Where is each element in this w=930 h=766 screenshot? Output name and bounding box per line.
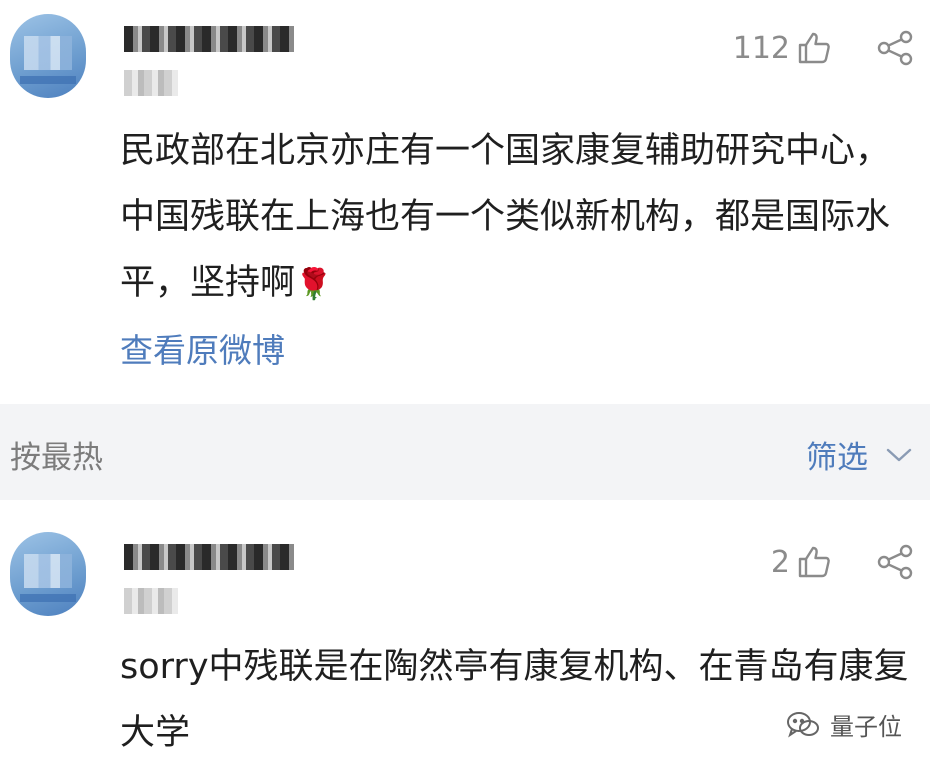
view-original-link[interactable]: 查看原微博	[120, 324, 285, 372]
comment-text-body: 民政部在北京亦庄有一个国家康复辅助研究中心，中国残联在上海也有一个类似新机构，都…	[120, 131, 891, 303]
avatar-decoration	[20, 594, 76, 602]
thumbs-up-icon[interactable]	[796, 30, 832, 66]
like-count: 112	[732, 30, 790, 66]
avatar-image-blurred	[24, 554, 72, 588]
share-icon[interactable]	[876, 544, 914, 580]
like-count: 2	[770, 544, 790, 580]
filter-button[interactable]: 筛选	[806, 432, 914, 477]
wechat-icon	[786, 711, 820, 739]
comment-meta-blurred	[124, 588, 178, 614]
chevron-down-icon	[884, 445, 914, 465]
avatar-image-blurred	[24, 36, 72, 70]
watermark: 量子位	[786, 707, 902, 742]
avatar-decoration	[20, 76, 76, 84]
avatar[interactable]	[10, 532, 86, 616]
username-blurred[interactable]	[124, 544, 294, 570]
comment-text: 民政部在北京亦庄有一个国家康复辅助研究中心，中国残联在上海也有一个类似新机构，都…	[120, 118, 916, 318]
comment-actions: 112	[733, 30, 914, 66]
username-blurred[interactable]	[124, 26, 294, 52]
comment-text: sorry中残联是在陶然亭有康复机构、在青岛有康复大学	[120, 634, 916, 766]
watermark-label: 量子位	[830, 713, 902, 741]
comment-meta-blurred	[124, 70, 178, 96]
avatar[interactable]	[10, 14, 86, 98]
comment-card: 112 民政部在北京亦庄有一个国家康复辅助研究中心，中国残联在上海也有一个类似新…	[0, 0, 930, 404]
share-icon[interactable]	[876, 30, 914, 66]
filter-label: 筛选	[806, 440, 868, 476]
sort-by-hot[interactable]: 按最热	[10, 432, 103, 477]
rose-emoji: 🌹	[295, 267, 333, 302]
sort-filter-bar: 按最热 筛选	[0, 404, 930, 500]
thumbs-up-icon[interactable]	[796, 544, 832, 580]
comment-actions: 2	[771, 544, 914, 580]
